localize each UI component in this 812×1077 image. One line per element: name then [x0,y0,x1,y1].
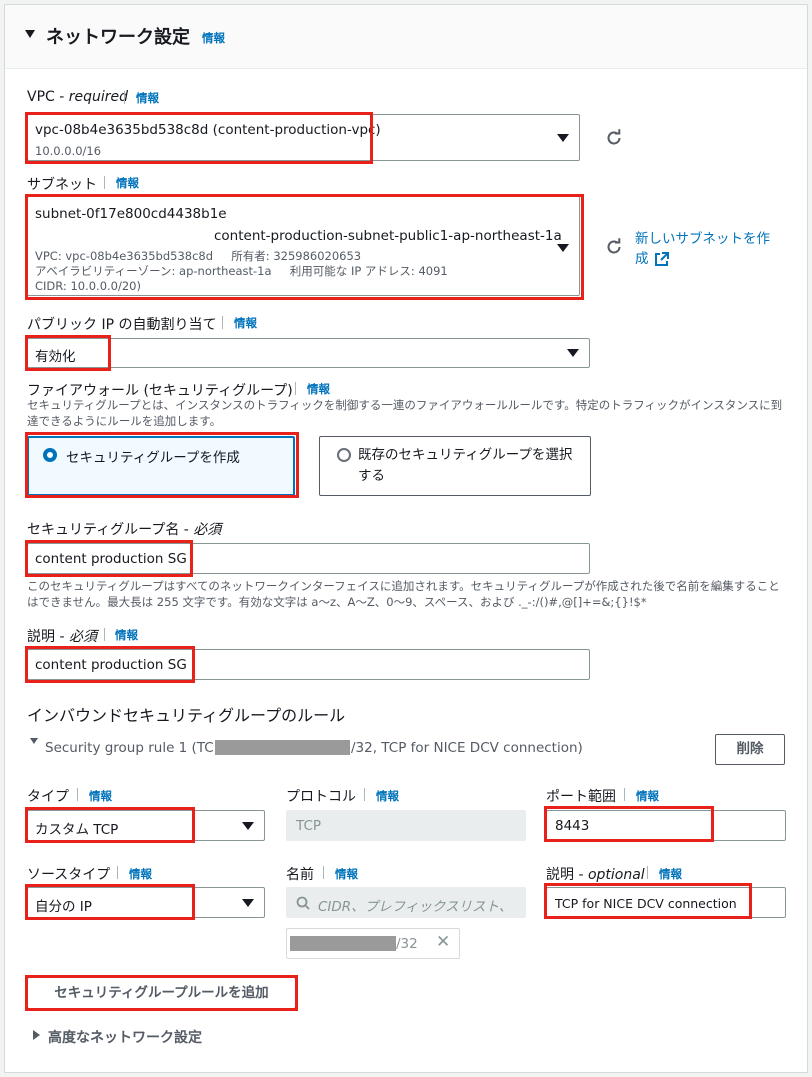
description-required: 必須 [68,629,97,645]
source-type-info-link[interactable]: 情報 [129,866,152,882]
rule-desc-label-text: 説明 - [546,867,588,883]
vpc-label-text: VPC - [27,89,69,105]
redacted-ip [215,740,350,755]
protocol-value: TCP [296,818,322,834]
inbound-title: インバウンドセキュリティグループのルール [27,706,346,725]
vpc-label: VPC - required [27,89,128,105]
firewall-info-link[interactable]: 情報 [307,381,330,397]
subnet-detail-vpc: VPC: vpc-08b4e3635bd538c8d 所有者: 32598602… [35,249,362,263]
vpc-value: vpc-08b4e3635bd538c8d (content-productio… [35,122,381,138]
port-value: 8443 [555,818,590,834]
subnet-detail-az: アベイラビリティーゾーン: ap-northeast-1a 利用可能な IP ア… [35,264,448,278]
delete-rule-button[interactable]: 削除 [715,734,785,765]
rule-desc-separator [647,866,648,879]
public-ip-info-link[interactable]: 情報 [234,315,257,331]
type-value: カスタム TCP [35,822,119,838]
sg-name-label: セキュリティグループ名 - 必須 [27,519,221,539]
vpc-refresh-icon[interactable] [604,128,624,148]
sg-name-value: content production SG [35,551,187,567]
rule-desc-optional: optional [587,867,645,883]
type-info-link[interactable]: 情報 [89,788,112,804]
name-separator [323,866,324,879]
advanced-settings-label[interactable]: 高度なネットワーク設定 [48,1027,202,1047]
description-info-link[interactable]: 情報 [115,627,138,643]
collapse-triangle-icon[interactable] [25,30,35,38]
protocol-label: プロトコル [286,789,356,805]
public-ip-label: パブリック IP の自動割り当て [27,317,217,333]
option-create-sg[interactable] [27,436,295,496]
radio-existing-sg[interactable] [337,448,351,462]
type-separator [77,788,78,801]
advanced-expand-icon[interactable] [33,1030,40,1040]
source-type-label: ソースタイプ [27,867,111,883]
subnet-label: サブネット [27,177,97,193]
subnet-name: content-production-subnet-public1-ap-nor… [214,228,562,244]
description-label-text: 説明 - [27,629,69,645]
name-info-link[interactable]: 情報 [335,866,358,882]
port-label: ポート範囲 [546,789,616,805]
option-existing-sg-label: 既存のセキュリティグループを選択する [358,447,573,484]
option-create-sg-label: セキュリティグループを作成 [66,450,240,466]
section-title: ネットワーク設定 [46,27,190,48]
rule-expand-icon[interactable] [30,738,38,744]
source-type-dropdown-icon[interactable] [242,899,254,907]
sg-name-label-text: セキュリティグループ名 - [27,522,194,538]
external-link-icon [655,252,669,266]
description-value: content production SG [35,657,187,673]
add-rule-button[interactable]: セキュリティグループルールを追加 [27,977,296,1009]
subnet-dropdown-icon[interactable] [557,244,569,252]
port-info-link[interactable]: 情報 [636,788,659,804]
subnet-info-link[interactable]: 情報 [116,175,139,191]
remove-cidr-icon[interactable]: ✕ [436,932,450,952]
rule-summary-prefix[interactable]: Security group rule 1 (TCP, 8 [45,740,239,756]
firewall-separator [295,382,296,395]
rule-desc-info-link[interactable]: 情報 [659,866,682,882]
type-dropdown-icon[interactable] [242,822,254,830]
firewall-description: セキュリティグループとは、インスタンスのトラフィックを制御する一連のファイアウォ… [27,398,783,428]
description-separator [104,628,105,641]
sg-name-hint: このセキュリティグループはすべてのネットワークインターフェイスに追加されます。セ… [27,579,780,609]
protocol-separator [364,788,365,801]
subnet-separator [104,176,105,189]
search-icon [296,896,310,910]
radio-create-sg[interactable] [43,448,57,462]
public-ip-select[interactable] [27,338,590,368]
section-info-link[interactable]: 情報 [202,30,225,46]
source-type-separator [117,866,118,879]
redacted-cidr [290,936,396,951]
name-label: 名前 [286,867,314,883]
subnet-refresh-icon[interactable] [604,237,624,257]
rule-desc-label: 説明 - optional [546,864,645,884]
description-label: 説明 - 必須 [27,626,97,646]
source-type-value: 自分の IP [35,899,92,915]
cidr-token-suffix: /32 [396,936,418,952]
public-ip-dropdown-icon[interactable] [567,349,579,357]
subnet-detail-cidr: CIDR: 10.0.0.0/20) [35,279,141,293]
sg-name-required: 必須 [193,522,222,538]
port-separator [624,788,625,801]
vpc-required: required [68,89,129,105]
public-ip-separator [222,316,223,329]
rule-summary-suffix: /32, TCP for NICE DCV connection) [351,740,583,756]
public-ip-value: 有効化 [35,349,76,365]
vpc-dropdown-icon[interactable] [557,134,569,142]
cidr-search-placeholder: CIDR、プレフィックスリスト、 [318,899,513,915]
type-label: タイプ [27,789,69,805]
protocol-info-link[interactable]: 情報 [376,788,399,804]
vpc-cidr: 10.0.0.0/16 [35,144,102,158]
vpc-info-link[interactable]: 情報 [136,90,159,106]
protocol-field [286,810,526,841]
subnet-id: subnet-0f17e800cd4438b1e [35,206,227,222]
rule-desc-value: TCP for NICE DCV connection [555,896,737,911]
vpc-separator [124,91,125,104]
